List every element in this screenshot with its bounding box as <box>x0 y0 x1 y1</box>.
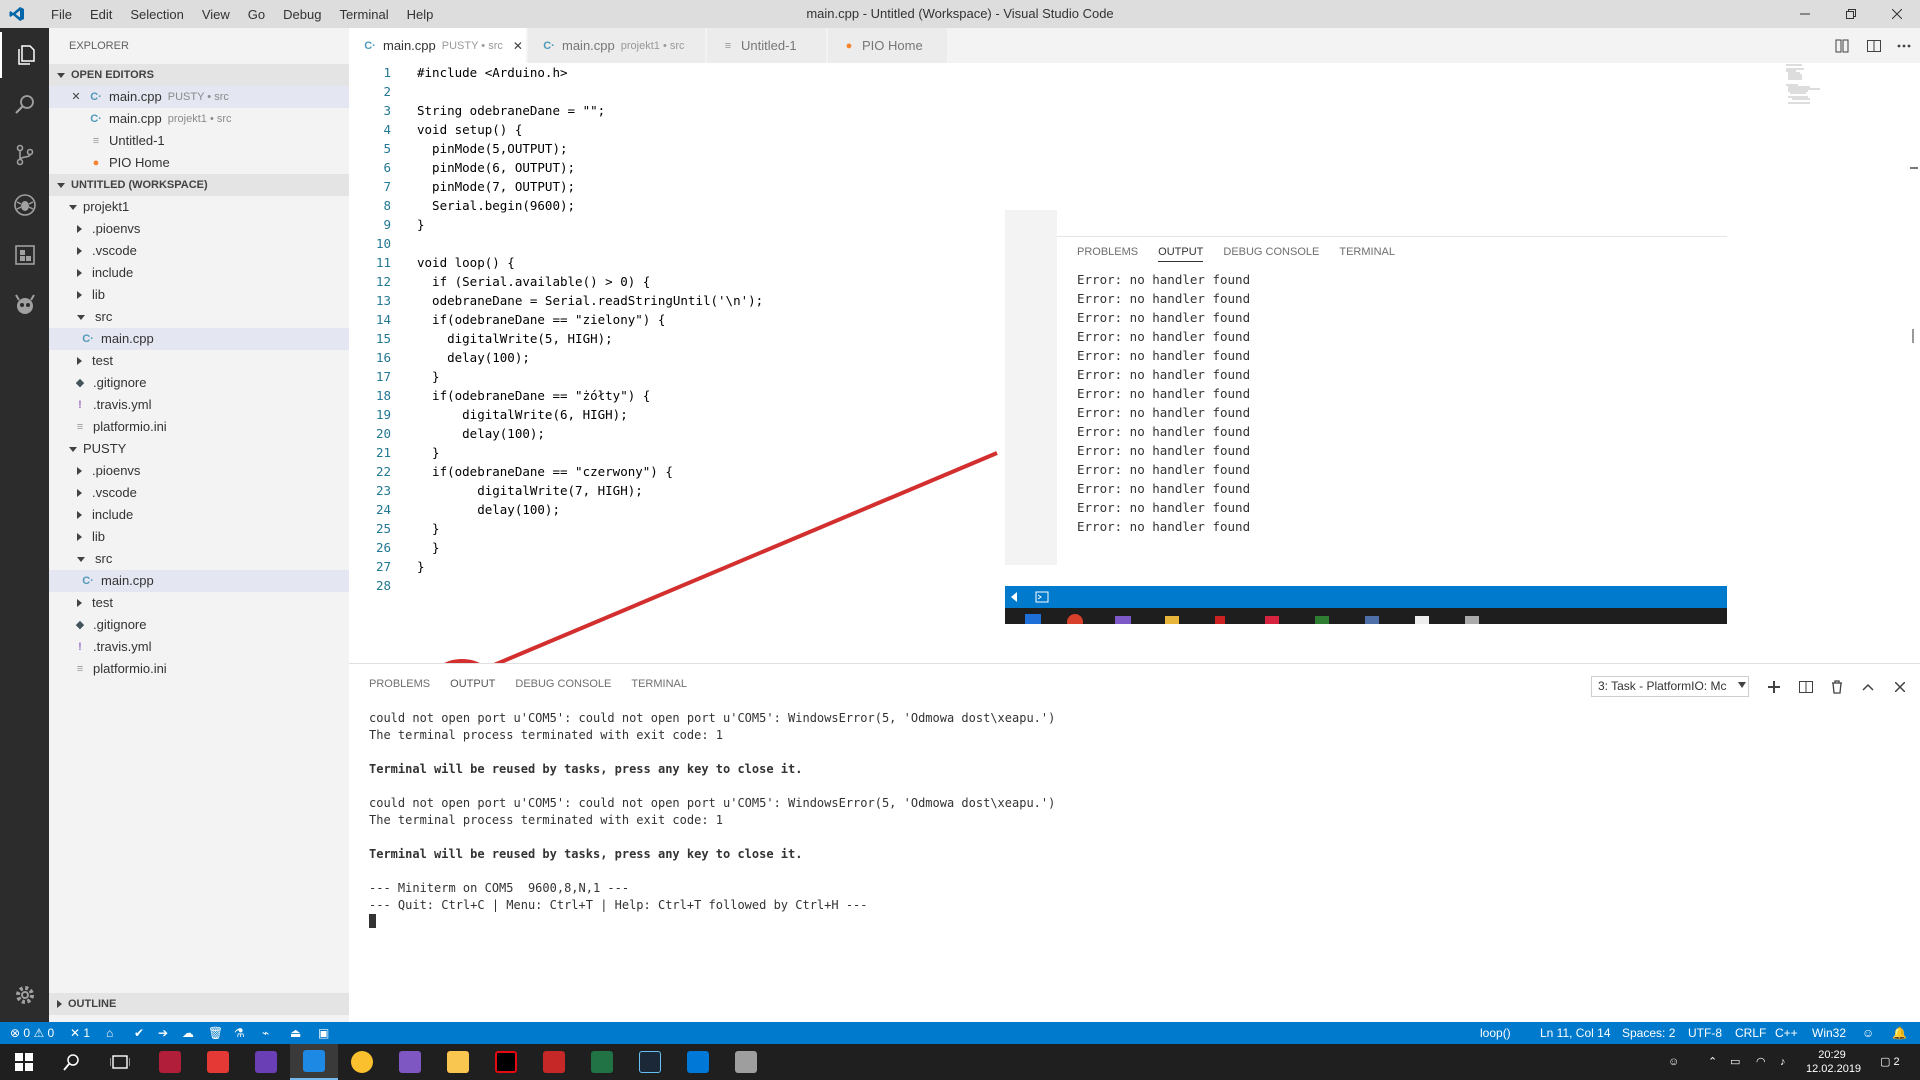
dropdown-arrow-icon <box>1738 682 1746 688</box>
notifications-bell-icon[interactable]: 🔔 <box>1892 1022 1907 1044</box>
taskbar-steam-icon[interactable] <box>626 1044 674 1080</box>
platformio-serial-monitor-icon[interactable]: ⌁ <box>262 1022 269 1044</box>
annotation-arrow-line <box>474 451 998 675</box>
feedback-smiley-icon[interactable]: ☺ <box>1862 1022 1874 1044</box>
status-bar: ⊗ 0 ⚠ 0 ✕ 1 ⌂ ✔ ➔ ☁ 🗑 ⚗ ⌁ ⏏ ▣ loop() Ln … <box>0 1022 1920 1044</box>
platformio-upload-icon[interactable]: ➔ <box>158 1022 168 1044</box>
new-terminal-icon[interactable] <box>1763 676 1785 698</box>
encoding[interactable]: UTF-8 <box>1688 1022 1722 1044</box>
platformio-plug-icon[interactable]: ⏏ <box>290 1022 301 1044</box>
battery-icon[interactable]: ▭ <box>1730 1044 1740 1080</box>
error-icon: ⊗ <box>10 1026 21 1040</box>
maximize-panel-icon[interactable] <box>1857 676 1879 698</box>
terminal-line: --- Miniterm on COM5 9600,8,N,1 --- <box>369 881 630 895</box>
taskbar-app-icon[interactable] <box>386 1044 434 1080</box>
end-of-line[interactable]: CRLF <box>1735 1022 1766 1044</box>
taskbar-app-red-icon[interactable] <box>530 1044 578 1080</box>
platformio-build-icon[interactable]: ✔ <box>134 1022 144 1044</box>
taskbar-visual-studio-icon[interactable] <box>242 1044 290 1080</box>
taskbar-acrobat-icon[interactable] <box>194 1044 242 1080</box>
terminal-line: could not open port u'COM5': could not o… <box>369 796 1056 810</box>
taskbar-chrome-icon[interactable] <box>338 1044 386 1080</box>
warning-count: 0 <box>47 1026 55 1040</box>
panel-tabs: PROBLEMS OUTPUT DEBUG CONSOLE TERMINAL <box>349 664 687 704</box>
task-select-value: 3: Task - PlatformIO: Mc <box>1598 679 1727 693</box>
wifi-icon[interactable]: ◠ <box>1756 1044 1766 1080</box>
problems-status[interactable]: ⊗ 0 ⚠ 0 <box>10 1022 54 1044</box>
close-panel-icon[interactable] <box>1889 676 1911 698</box>
terminal-line: Terminal will be reused by tasks, press … <box>369 762 803 776</box>
taskbar-file-explorer-icon[interactable] <box>434 1044 482 1080</box>
windows-taskbar: ☺ ⌃ ▭ ◠ ♪ 20:29 12.02.2019 ▢ 2 <box>0 1044 1920 1080</box>
bottom-panel: PROBLEMS OUTPUT DEBUG CONSOLE TERMINAL 3… <box>349 663 1920 1022</box>
clock-date: 12.02.2019 <box>1806 1063 1862 1075</box>
error-count: 0 <box>23 1026 31 1040</box>
clock[interactable]: 20:29 12.02.2019 <box>1806 1048 1862 1080</box>
tab-terminal[interactable]: TERMINAL <box>631 678 687 690</box>
x-count: 1 <box>83 1026 91 1040</box>
x-icon: ✕ <box>70 1026 81 1040</box>
taskbar-search-icon[interactable] <box>48 1044 96 1080</box>
language-mode[interactable]: C++ <box>1775 1022 1798 1044</box>
warning-icon: ⚠ <box>33 1026 45 1040</box>
platformio-terminal-icon[interactable]: ▣ <box>318 1022 329 1044</box>
platformio-home-status-icon[interactable]: ⌂ <box>106 1022 113 1044</box>
current-function[interactable]: loop() <box>1480 1022 1511 1044</box>
tab-output[interactable]: OUTPUT <box>450 678 495 690</box>
task-view-icon[interactable] <box>96 1044 144 1080</box>
windows-start-icon[interactable] <box>0 1044 48 1080</box>
taskbar-store-icon[interactable] <box>674 1044 722 1080</box>
clock-time: 20:29 <box>1818 1049 1846 1061</box>
terminal-line: Terminal will be reused by tasks, press … <box>369 847 803 861</box>
show-hidden-icons-icon[interactable]: ⌃ <box>1708 1044 1717 1080</box>
taskbar-app-games-icon[interactable] <box>146 1044 194 1080</box>
indentation[interactable]: Spaces: 2 <box>1622 1022 1675 1044</box>
action-center-icon[interactable]: ▢ 2 <box>1880 1044 1900 1080</box>
terminal-line: could not open port u'COM5': could not o… <box>369 711 1056 725</box>
taskbar-app-misc-icon[interactable] <box>722 1044 770 1080</box>
platform[interactable]: Win32 <box>1812 1022 1846 1044</box>
taskbar-vscode-icon[interactable] <box>290 1044 338 1080</box>
volume-icon[interactable]: ♪ <box>1780 1044 1786 1080</box>
platformio-test-icon[interactable]: ⚗ <box>234 1022 245 1044</box>
notification-count: 2 <box>1893 1056 1900 1068</box>
terminal-cursor <box>369 914 376 928</box>
terminal-line: --- Quit: Ctrl+C | Menu: Ctrl+T | Help: … <box>369 898 868 912</box>
terminal-task-select[interactable]: 3: Task - PlatformIO: Mc <box>1591 676 1749 697</box>
terminal-line: The terminal process terminated with exi… <box>369 728 724 742</box>
split-terminal-icon[interactable] <box>1795 676 1817 698</box>
taskbar-netflix-icon[interactable] <box>482 1044 530 1080</box>
terminal-line: The terminal process terminated with exi… <box>369 813 724 827</box>
tab-problems[interactable]: PROBLEMS <box>369 678 430 690</box>
kill-terminal-icon[interactable] <box>1826 676 1848 698</box>
terminal-output[interactable]: could not open port u'COM5': could not o… <box>369 710 1055 914</box>
tab-debug-console[interactable]: DEBUG CONSOLE <box>515 678 611 690</box>
live-share-status[interactable]: ✕ 1 <box>70 1022 90 1044</box>
platformio-clean-icon[interactable]: 🗑 <box>208 1022 223 1044</box>
cursor-position[interactable]: Ln 11, Col 14 <box>1540 1022 1611 1044</box>
platformio-upload-remote-icon[interactable]: ☁ <box>182 1022 194 1044</box>
taskbar-excel-icon[interactable] <box>578 1044 626 1080</box>
people-icon[interactable]: ☺ <box>1668 1044 1679 1080</box>
